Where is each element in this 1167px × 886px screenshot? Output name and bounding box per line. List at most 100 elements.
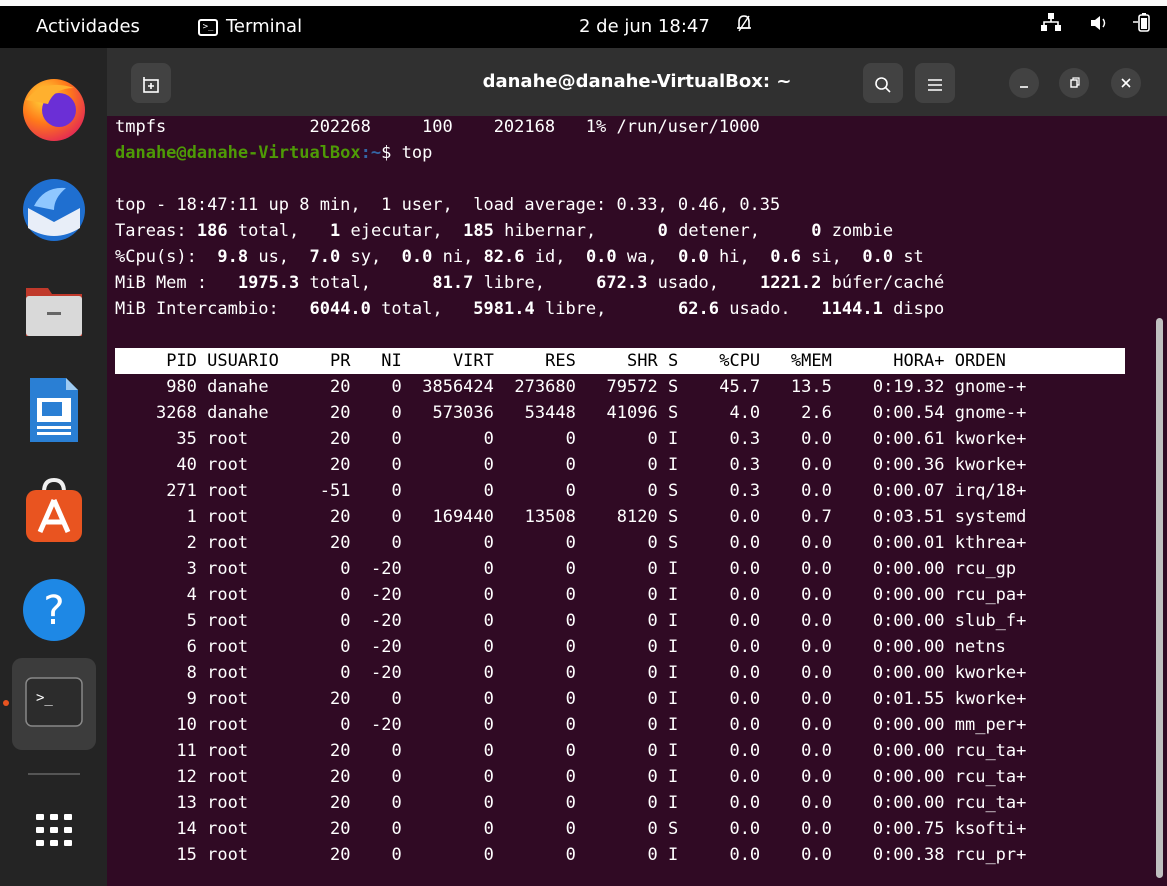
col-cmd: netns [954, 637, 1006, 657]
new-tab-button[interactable] [131, 63, 171, 103]
col-user: root [207, 715, 249, 735]
col-time: 0:00.00 [872, 637, 945, 657]
col-ni: 0 [391, 689, 402, 709]
col-ni: 0 [391, 533, 402, 553]
col-res: 0 [565, 845, 576, 865]
col-shr: 41096 [606, 403, 658, 423]
search-button[interactable] [863, 63, 903, 103]
col-cpu: 0.0 [729, 637, 761, 657]
notification-icon[interactable] [737, 6, 751, 48]
col-user: root [207, 533, 249, 553]
volume-icon[interactable] [1089, 6, 1109, 48]
col-cmd: kworke+ [954, 455, 1027, 475]
col-res: 0 [565, 689, 576, 709]
files-launcher[interactable] [14, 270, 94, 350]
col-cmd: gnome-+ [954, 403, 1027, 423]
col-cmd: kthrea+ [954, 533, 1027, 553]
col-virt: 0 [483, 585, 494, 605]
col-user: root [207, 637, 249, 657]
col-cmd: slub_f+ [954, 611, 1027, 631]
header-bar: danahe@danahe-VirtualBox: ~ [107, 48, 1167, 116]
col-mem: 0.0 [801, 845, 832, 865]
col-ni: 0 [391, 507, 402, 527]
activities-button[interactable]: Actividades [36, 6, 140, 48]
terminal-launcher[interactable]: >_ [12, 658, 96, 750]
top-uptime-line: top - 18:47:11 up 8 min, 1 user, load av… [115, 195, 781, 215]
app-menu[interactable]: >_ Terminal [198, 6, 302, 48]
process-table-header[interactable]: PID USUARIO PR NI VIRT RES SHR S %CPU %M… [115, 348, 1125, 374]
help-icon: ? [23, 579, 85, 641]
col-pid: 40 [176, 455, 197, 475]
col-state: I [667, 663, 679, 683]
col-res: 0 [565, 715, 576, 735]
process-row: 6 root 0 -20 0 0 0 I 0.0 0.0 0:00.00 net… [115, 634, 1037, 660]
col-pid: 4 [186, 585, 197, 605]
col-pid: 12 [176, 767, 197, 787]
col-shr: 0 [647, 585, 658, 605]
col-mem: 0.0 [801, 819, 832, 839]
col-res: 0 [565, 611, 576, 631]
col-user: root [207, 793, 249, 813]
process-row: 5 root 0 -20 0 0 0 I 0.0 0.0 0:00.00 slu… [115, 608, 1037, 634]
col-shr: 0 [647, 793, 658, 813]
col-res: 0 [565, 481, 576, 501]
col-shr: 8120 [616, 507, 658, 527]
command-text: top [401, 143, 433, 163]
col-shr: 0 [647, 533, 658, 553]
col-res: 0 [565, 819, 576, 839]
col-shr: 0 [647, 819, 658, 839]
terminal-window: danahe@danahe-VirtualBox: ~ tmpfs 202268… [107, 48, 1167, 886]
col-state: I [667, 767, 679, 787]
col-time: 0:00.00 [872, 585, 945, 605]
close-button[interactable] [1111, 68, 1141, 98]
col-pr: 0 [340, 663, 351, 683]
process-row: 13 root 20 0 0 0 0 I 0.0 0.0 0:00.00 rcu… [115, 790, 1037, 816]
col-cmd: kworke+ [954, 689, 1027, 709]
show-apps-button[interactable] [14, 790, 94, 870]
terminal-icon: >_ [25, 677, 83, 727]
battery-icon[interactable] [1133, 6, 1153, 48]
minimize-button[interactable] [1009, 68, 1039, 98]
app-center-launcher[interactable] [14, 470, 94, 550]
firefox-icon [23, 79, 85, 141]
clock[interactable]: 2 de jun 18:47 [579, 6, 710, 48]
col-user: root [207, 455, 249, 475]
process-row: 8 root 0 -20 0 0 0 I 0.0 0.0 0:00.00 kwo… [115, 660, 1037, 686]
col-mem: 0.0 [801, 741, 832, 761]
col-pid: 6 [186, 637, 197, 657]
app-menu-label: Terminal [226, 16, 303, 37]
network-icon[interactable] [1040, 6, 1062, 48]
col-user: root [207, 663, 249, 683]
col-cpu: 0.0 [729, 689, 761, 709]
close-icon [1121, 78, 1131, 88]
col-time: 0:00.01 [872, 533, 945, 553]
prompt-user: danahe@danahe-VirtualBox [115, 143, 361, 163]
col-cpu: 0.0 [729, 819, 761, 839]
col-shr: 79572 [606, 377, 658, 397]
thunderbird-launcher[interactable] [14, 170, 94, 250]
prompt-symbol: $ [381, 143, 402, 163]
col-state: I [667, 637, 679, 657]
libreoffice-writer-launcher[interactable] [14, 370, 94, 450]
process-row: 271 root -51 0 0 0 0 S 0.3 0.0 0:00.07 i… [115, 478, 1037, 504]
scrollbar[interactable] [1156, 318, 1163, 878]
col-shr: 0 [647, 559, 658, 579]
terminal-output[interactable]: tmpfs 202268 100 202168 1% /run/user/100… [115, 116, 1145, 886]
col-shr: 0 [647, 637, 658, 657]
col-virt: 573036 [432, 403, 494, 423]
col-res: 0 [565, 533, 576, 553]
col-shr: 0 [647, 767, 658, 787]
running-indicator [3, 700, 9, 706]
col-cpu: 0.3 [729, 429, 761, 449]
col-pid: 11 [176, 741, 197, 761]
help-launcher[interactable]: ? [14, 570, 94, 650]
col-time: HORA+ [893, 351, 945, 371]
new-tab-icon [143, 76, 159, 93]
firefox-launcher[interactable] [14, 70, 94, 150]
menu-button[interactable] [915, 63, 955, 103]
col-virt: 0 [483, 689, 494, 709]
maximize-button[interactable] [1059, 68, 1089, 98]
col-user: danahe [207, 377, 269, 397]
col-ni: NI [381, 351, 402, 371]
process-row: 12 root 20 0 0 0 0 I 0.0 0.0 0:00.00 rcu… [115, 764, 1037, 790]
